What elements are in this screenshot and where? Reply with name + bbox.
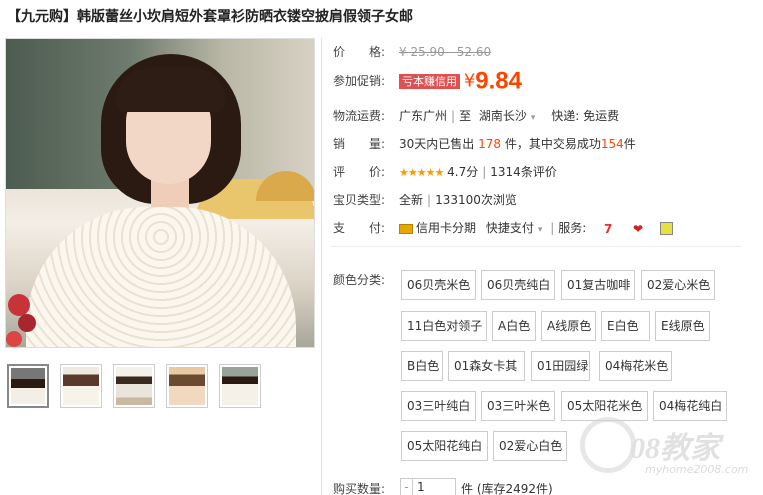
color-option[interactable]: B白色 — [401, 351, 443, 381]
view-count: 133100次浏览 — [435, 193, 517, 207]
guarantee-icon[interactable]: ❤ — [630, 222, 646, 236]
color-option[interactable]: 11白色对领子 — [401, 311, 487, 341]
color-option[interactable]: E线原色 — [655, 311, 710, 341]
thumbnail-3[interactable] — [113, 364, 155, 408]
sales-row: 销 量: 30天内已售出 178 件，其中交易成功154件 — [333, 137, 636, 151]
quantity-label: 购买数量: — [333, 482, 386, 495]
sold-count: 178 — [478, 137, 502, 151]
chevron-down-icon: ▾ — [530, 113, 536, 123]
promo-price: 9.84 — [475, 67, 522, 95]
color-option[interactable]: 04梅花米色 — [599, 351, 672, 381]
rating-score: 4.7分 — [447, 165, 479, 179]
divider — [321, 38, 322, 495]
color-option[interactable]: 03三叶纯白 — [401, 391, 476, 421]
quantity-input[interactable]: 1 — [413, 479, 455, 495]
color-option[interactable]: 03三叶米色 — [481, 391, 555, 421]
condition: 全新 — [399, 193, 424, 207]
thumbnail-2[interactable] — [60, 364, 102, 408]
stock-info: 件 (库存2492件) — [461, 482, 553, 495]
thumbnail-1[interactable] — [7, 364, 49, 408]
invoice-icon[interactable] — [659, 222, 673, 235]
main-product-image[interactable]: ⚲ — [5, 38, 315, 348]
original-price: ¥ 25.90 - 52.60 — [399, 45, 492, 59]
promo-badge: 亏本赚信用 — [399, 74, 460, 89]
seven-day-return-icon[interactable]: 7 — [600, 222, 616, 236]
color-option[interactable]: 01森女卡其 — [448, 351, 525, 381]
currency-symbol: ¥ — [463, 70, 476, 92]
thumbnail-strip — [7, 364, 261, 408]
success-count: 154 — [600, 137, 624, 151]
color-option[interactable]: 02爱心白色 — [493, 431, 567, 461]
express-fee: 快递: 免运费 — [551, 109, 620, 123]
star-rating-icon: ★★★★★ — [399, 166, 444, 179]
shipping-row: 物流运费: 广东广州 | 至 湖南长沙 ▾ 快递: 免运费 — [333, 109, 620, 123]
type-row: 宝贝类型: 全新 | 133100次浏览 — [333, 193, 517, 207]
price-row: 价 格: ¥ 25.90 - 52.60 — [333, 45, 492, 59]
watermark-logo: 08教家 myhome2008.com — [570, 415, 760, 485]
thumbnail-4[interactable] — [166, 364, 208, 408]
color-option[interactable]: 06贝壳纯白 — [481, 270, 555, 300]
product-title: 【九元购】韩版蕾丝小坎肩短外套罩衫防晒衣镂空披肩假领子女邮 — [7, 9, 413, 25]
quantity-stepper[interactable]: - 1 — [400, 478, 456, 495]
ship-to-select[interactable]: 湖南长沙 ▾ — [479, 109, 536, 123]
promo-row: 参加促销: 亏本赚信用 ¥9.84 — [333, 67, 522, 95]
divider — [330, 246, 742, 247]
ship-from: 广东广州 — [399, 109, 448, 123]
color-option[interactable]: 05太阳花纯白 — [401, 431, 488, 461]
color-option[interactable]: E白色 — [601, 311, 650, 341]
color-option[interactable]: 02爱心米色 — [641, 270, 715, 300]
reviews-link[interactable]: 1314条评价 — [490, 165, 557, 179]
color-option[interactable]: A白色 — [492, 311, 536, 341]
rating-row: 评 价: ★★★★★ 4.7分 | 1314条评价 — [333, 165, 557, 179]
color-option[interactable]: 06贝壳米色 — [401, 270, 476, 300]
color-option[interactable]: A线原色 — [541, 311, 596, 341]
credit-installment-link[interactable]: 信用卡分期 — [416, 221, 476, 235]
chevron-down-icon[interactable]: ▾ — [538, 225, 543, 235]
color-option[interactable]: 01田园绿 — [531, 351, 590, 381]
color-label: 颜色分类: — [333, 273, 386, 287]
credit-card-icon — [399, 223, 413, 234]
thumbnail-5[interactable] — [219, 364, 261, 408]
quantity-decrease-button[interactable]: - — [401, 479, 413, 495]
payment-row: 支 付: 信用卡分期 快捷支付 ▾ | 服务: 7 ❤ — [333, 218, 673, 238]
quick-pay-link[interactable]: 快捷支付 — [486, 221, 534, 235]
color-option[interactable]: 01复古咖啡 — [561, 270, 635, 300]
